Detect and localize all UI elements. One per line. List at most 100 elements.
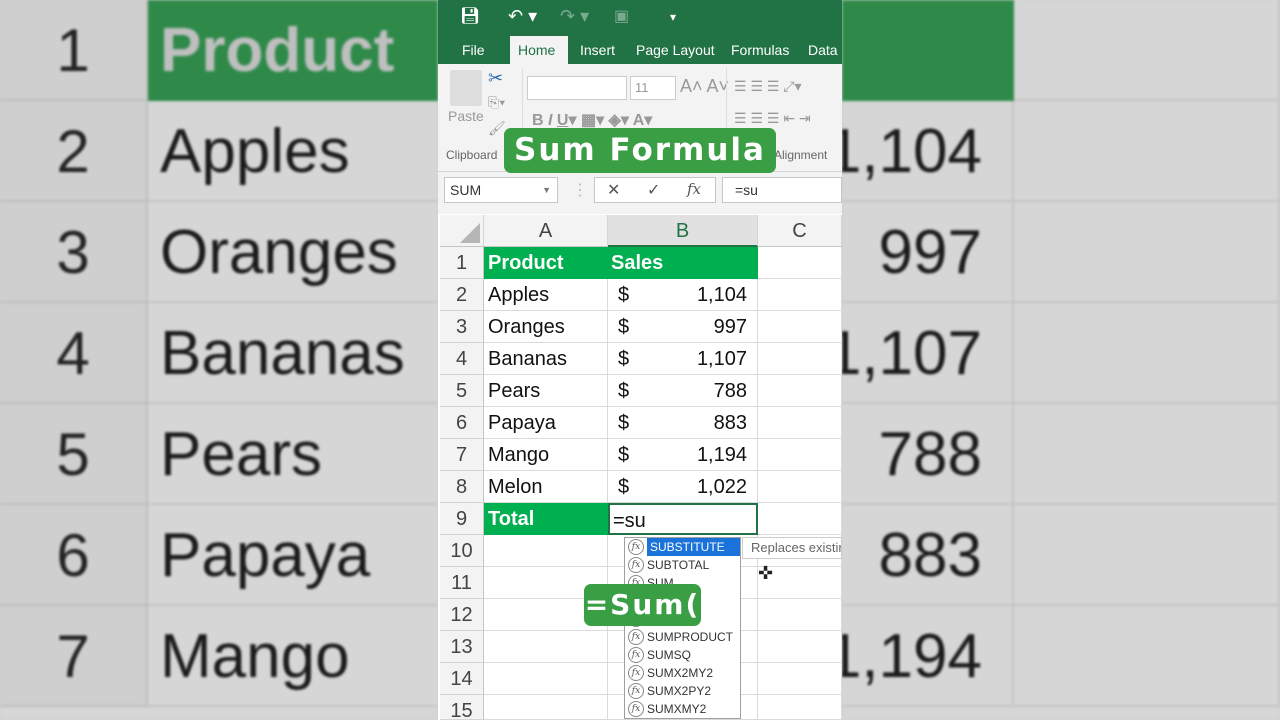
tab-formulas[interactable]: Formulas <box>723 36 797 64</box>
paste-icon[interactable] <box>450 70 482 106</box>
tab-data[interactable]: Data <box>800 36 842 64</box>
cell-c5[interactable] <box>758 375 842 407</box>
insert-function-icon[interactable]: fx <box>687 180 701 198</box>
autocomplete-item[interactable]: fx SUBSTITUTE <box>625 538 740 556</box>
bg-sales-value: 1,107 <box>842 319 982 388</box>
row-header[interactable]: 11 <box>440 567 484 599</box>
redo-icon[interactable]: ↷ ▾ <box>560 6 589 27</box>
autocomplete-item[interactable]: fx SUMPRODUCT <box>625 628 740 646</box>
autocomplete-dropdown: fxSUBSTITUTEfxSUBTOTALfxSUMfxSUMIFfxSUMI… <box>624 537 741 719</box>
cell-a9[interactable]: Total <box>484 503 608 535</box>
autocomplete-item[interactable]: fx SUBTOTAL <box>625 556 740 574</box>
customize-toolbar-icon[interactable]: ▾ <box>670 10 676 24</box>
autocomplete-item[interactable]: fx SUMX2MY2 <box>625 664 740 682</box>
cell-b1[interactable]: Sales <box>608 247 758 279</box>
save-icon[interactable]: 💾︎ <box>460 6 480 26</box>
cell-b9[interactable]: =su <box>608 503 758 535</box>
cell-a6[interactable]: Papaya <box>484 407 608 439</box>
column-header-b[interactable]: B <box>608 215 758 247</box>
font-grow-shrink-icon[interactable]: A˄ A˅ <box>680 76 729 97</box>
formula-bar: SUM ▼ ⋮ ✕ ✓ fx =su <box>438 172 842 214</box>
cell-b2[interactable]: $1,104 <box>608 279 758 311</box>
cell-c15[interactable] <box>758 695 842 720</box>
row-header[interactable]: 4 <box>440 343 484 375</box>
bg-cell-b: 1,107 <box>842 303 1014 404</box>
cell-b7[interactable]: $1,194 <box>608 439 758 471</box>
tab-home[interactable]: Home <box>510 36 568 64</box>
row-header[interactable]: 9 <box>440 503 484 535</box>
alignment-icons-row2[interactable]: ☰ ☰ ☰ ⇤ ⇥ <box>734 110 811 127</box>
cell-c2[interactable] <box>758 279 842 311</box>
autocomplete-item[interactable]: fx SUMSQ <box>625 646 740 664</box>
cell-c8[interactable] <box>758 471 842 503</box>
camera-icon[interactable]: ▣ <box>614 6 629 26</box>
tab-insert[interactable]: Insert <box>572 36 623 64</box>
cell-c6[interactable] <box>758 407 842 439</box>
cell-a4[interactable]: Bananas <box>484 343 608 375</box>
cell-a2[interactable]: Apples <box>484 279 608 311</box>
column-header-a[interactable]: A <box>484 215 608 247</box>
bg-cell-c <box>1014 404 1280 505</box>
autocomplete-item[interactable]: fx SUMX2PY2 <box>625 682 740 700</box>
cell-c4[interactable] <box>758 343 842 375</box>
cut-icon[interactable]: ✂ <box>488 68 503 89</box>
cell-b3[interactable]: $997 <box>608 311 758 343</box>
row-header[interactable]: 1 <box>440 247 484 279</box>
cell-c9[interactable] <box>758 503 842 535</box>
row-header[interactable]: 6 <box>440 407 484 439</box>
cell-a14[interactable] <box>484 663 608 695</box>
paste-button[interactable]: Paste <box>448 108 484 124</box>
name-box[interactable]: SUM ▼ <box>444 177 558 203</box>
cell-a8[interactable]: Melon <box>484 471 608 503</box>
chevron-down-icon[interactable]: ▼ <box>542 178 551 202</box>
select-all-corner[interactable] <box>440 215 484 247</box>
bg-cell-a: Papaya <box>148 505 438 606</box>
column-header-c[interactable]: C <box>758 215 842 247</box>
row-header[interactable]: 7 <box>440 439 484 471</box>
row-header[interactable]: 14 <box>440 663 484 695</box>
cell-a13[interactable] <box>484 631 608 663</box>
enter-icon[interactable]: ✓ <box>647 180 660 200</box>
row-header[interactable]: 10 <box>440 535 484 567</box>
bg-sales-value: 788 <box>878 420 982 489</box>
cell-a3[interactable]: Oranges <box>484 311 608 343</box>
cell-b6[interactable]: $883 <box>608 407 758 439</box>
alignment-icons[interactable]: ☰ ☰ ☰ ⤢▾ <box>734 78 802 95</box>
bg-cell-c <box>1014 0 1280 101</box>
row-header[interactable]: 12 <box>440 599 484 631</box>
cell-c7[interactable] <box>758 439 842 471</box>
cell-a5[interactable]: Pears <box>484 375 608 407</box>
tab-page-layout[interactable]: Page Layout <box>628 36 723 64</box>
undo-icon[interactable]: ↶ ▾ <box>508 6 537 27</box>
cell-a10[interactable] <box>484 535 608 567</box>
bg-cell-b: 788 <box>842 404 1014 505</box>
font-size-box[interactable]: 11 <box>630 76 676 100</box>
cancel-icon[interactable]: ✕ <box>607 180 620 200</box>
cell-a15[interactable] <box>484 695 608 720</box>
cell-c3[interactable] <box>758 311 842 343</box>
row-header[interactable]: 3 <box>440 311 484 343</box>
row-header[interactable]: 2 <box>440 279 484 311</box>
autocomplete-item[interactable]: fx SUMXMY2 <box>625 700 740 718</box>
bg-cell-c <box>1014 303 1280 404</box>
cell-a7[interactable]: Mango <box>484 439 608 471</box>
cell-b5[interactable]: $788 <box>608 375 758 407</box>
row-header[interactable]: 13 <box>440 631 484 663</box>
cell-c1[interactable] <box>758 247 842 279</box>
bold-icon[interactable]: B I U▾ ▦▾ ◈▾ A▾ <box>532 110 652 130</box>
copy-icon[interactable]: ⎘▾ <box>488 94 505 111</box>
formula-input[interactable]: =su <box>722 177 842 203</box>
cell-c12[interactable] <box>758 599 842 631</box>
row-header[interactable]: 8 <box>440 471 484 503</box>
cell-b8[interactable]: $1,022 <box>608 471 758 503</box>
font-name-box[interactable] <box>527 76 627 100</box>
cell-c14[interactable] <box>758 663 842 695</box>
sales-value: 1,107 <box>696 348 747 370</box>
mouse-cursor-icon: ✜ <box>758 563 774 583</box>
cell-b4[interactable]: $1,107 <box>608 343 758 375</box>
cell-a1[interactable]: Product <box>484 247 608 279</box>
row-header[interactable]: 5 <box>440 375 484 407</box>
row-header[interactable]: 15 <box>440 695 484 720</box>
cell-c13[interactable] <box>758 631 842 663</box>
tab-file[interactable]: File <box>454 36 493 64</box>
